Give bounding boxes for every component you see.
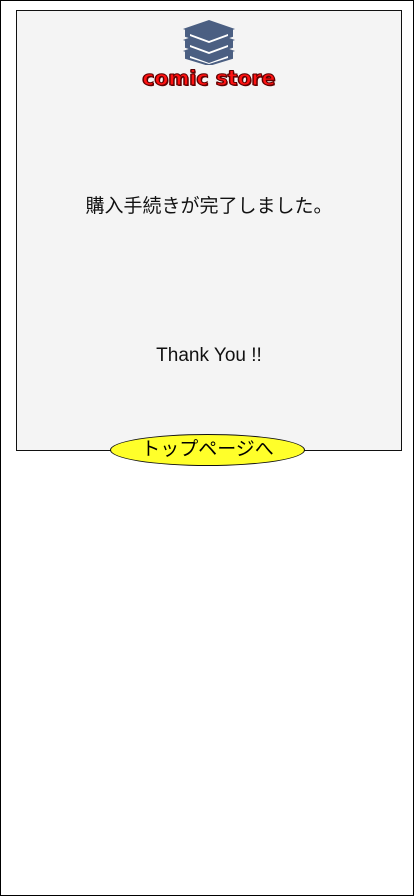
books-icon [182,19,236,65]
brand-logo: comic store [17,19,401,109]
purchase-complete-message: 購入手続きが完了しました。 [85,195,333,217]
top-page-button[interactable]: トップページへ [110,434,305,466]
purchase-complete-screen: comic store 購入手続きが完了しました。 Thank You !! ト… [0,0,414,896]
confirmation-card: comic store 購入手続きが完了しました。 Thank You !! [16,10,402,451]
thank-you-message: Thank You !! [156,345,262,366]
brand-name: comic store [142,66,276,90]
